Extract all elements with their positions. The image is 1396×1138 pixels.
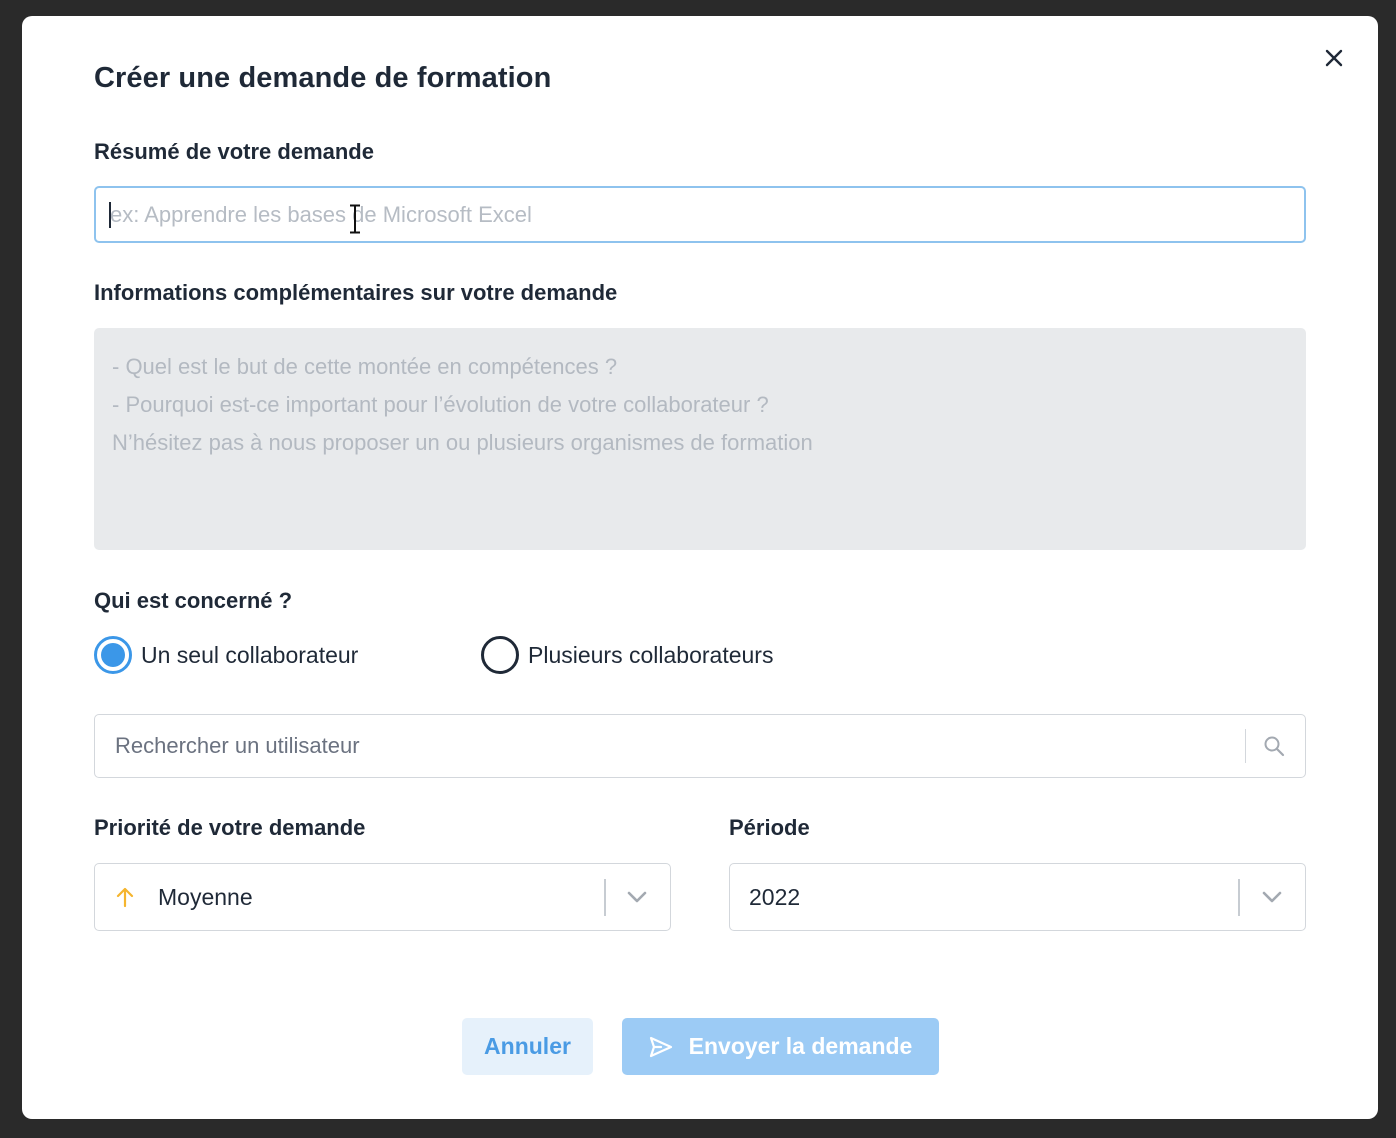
user-search-input[interactable] <box>95 715 1235 777</box>
select-separator <box>1238 879 1240 916</box>
arrow-up-icon <box>116 887 134 908</box>
text-caret <box>109 202 111 228</box>
details-placeholder-line: - Pourquoi est-ce important pour l’évolu… <box>112 392 769 417</box>
text-cursor-icon <box>350 204 360 234</box>
close-button[interactable] <box>1320 44 1348 72</box>
details-label: Informations complémentaires sur votre d… <box>94 280 618 305</box>
priority-value: Moyenne <box>158 884 253 910</box>
radio-label: Un seul collaborateur <box>141 641 359 668</box>
priority-select[interactable]: Moyenne <box>94 863 671 931</box>
select-separator <box>604 879 606 916</box>
chevron-down-icon <box>627 891 647 903</box>
send-icon <box>649 1036 672 1057</box>
radio-unchecked-icon <box>481 636 519 674</box>
summary-input[interactable] <box>94 186 1306 243</box>
details-textarea[interactable]: - Quel est le but de cette montée en com… <box>94 328 1306 550</box>
close-icon <box>1325 49 1343 67</box>
radio-checked-icon <box>94 636 132 674</box>
modal-title: Créer une demande de formation <box>94 62 552 94</box>
cancel-button[interactable]: Annuler <box>462 1018 593 1075</box>
radio-single-collaborator[interactable]: Un seul collaborateur <box>94 636 358 674</box>
user-search-box <box>94 714 1306 778</box>
radio-label: Plusieurs collaborateurs <box>528 641 774 668</box>
send-request-button[interactable]: Envoyer la demande <box>622 1018 939 1075</box>
create-training-request-modal: Créer une demande de formation Résumé de… <box>22 16 1378 1119</box>
priority-label: Priorité de votre demande <box>94 815 366 840</box>
details-placeholder-line: - Quel est le but de cette montée en com… <box>112 354 618 379</box>
summary-label: Résumé de votre demande <box>94 139 374 164</box>
period-value: 2022 <box>749 884 801 910</box>
chevron-down-icon <box>1262 891 1282 903</box>
details-placeholder-line: N’hésitez pas à nous proposer un ou plus… <box>112 430 813 455</box>
concerned-label: Qui est concerné ? <box>94 588 293 613</box>
period-label: Période <box>729 815 810 840</box>
send-button-label: Envoyer la demande <box>688 1033 913 1059</box>
period-select[interactable]: 2022 <box>729 863 1306 931</box>
search-icon[interactable] <box>1263 735 1285 757</box>
search-separator <box>1245 729 1246 763</box>
radio-multiple-collaborators[interactable]: Plusieurs collaborateurs <box>481 636 773 674</box>
